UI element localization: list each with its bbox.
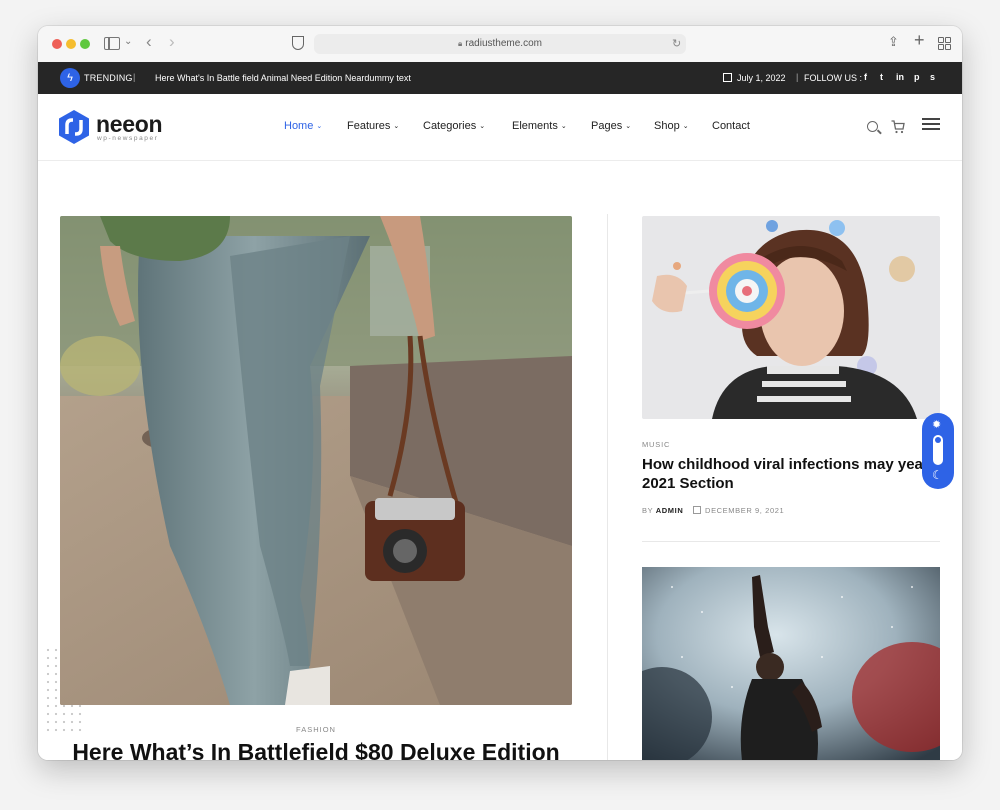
menu-item-contact[interactable]: Contact [712,120,750,132]
divider: | [133,72,136,82]
chevron-down-icon[interactable]: ⌄ [124,36,132,47]
follow-us-label: FOLLOW US : [804,73,863,83]
post-date: DECEMBER 9, 2021 [705,506,785,515]
site-logo-text[interactable]: neeon [96,111,163,138]
chevron-down-icon: ⌄ [479,123,486,130]
close-window-button[interactable] [52,39,62,49]
browser-toolbar: ⌄ ‹ › 🔒︎ radiustheme.com ↻ ⇪ + [38,26,962,63]
menu-label: Categories [423,120,477,132]
menu-label: Features [347,120,391,132]
menu-item-home[interactable]: Home ⌄ [284,120,322,132]
site-tagline: wp-newspaper [97,135,159,142]
trending-label: TRENDING [84,73,133,83]
post-thumbnail[interactable] [642,216,940,419]
current-date: July 1, 2022 [723,73,786,83]
top-bar: ϟ TRENDING | Here What's In Battle field… [38,62,962,94]
search-icon[interactable] [867,121,878,132]
back-arrow-icon[interactable]: ‹ [146,32,152,52]
date-text: July 1, 2022 [737,73,786,83]
column-divider [607,214,608,760]
neeon-logo-icon[interactable] [59,110,89,144]
linkedin-icon[interactable]: in [896,72,904,82]
post-title[interactable]: How childhood viral infections may year … [642,455,947,493]
sidebar-toggle-icon[interactable] [104,37,120,50]
browser-window: ⌄ ‹ › 🔒︎ radiustheme.com ↻ ⇪ + ϟ TRENDING… [38,26,962,760]
cart-icon[interactable] [891,120,905,134]
twitter-icon[interactable]: t [880,72,883,82]
url-text: radiustheme.com [465,38,542,49]
post-divider [642,541,940,542]
chevron-down-icon: ⌄ [316,123,323,130]
calendar-icon [693,506,702,514]
menu-item-features[interactable]: Features ⌄ [347,120,399,132]
post-author-link[interactable]: ADMIN [656,506,684,515]
calendar-icon [723,73,732,82]
moon-icon: ☾ [932,468,943,482]
post-thumbnail[interactable] [642,567,940,760]
chevron-down-icon: ⌄ [625,123,632,130]
address-bar[interactable]: 🔒︎ radiustheme.com [314,34,686,54]
menu-label: Elements [512,120,558,132]
menu-label: Pages [591,120,623,132]
menu-item-elements[interactable]: Elements ⌄ [512,120,567,132]
divider: | [796,72,799,82]
site-header: neeon wp-newspaper Home ⌄ Features ⌄ Categ… [38,94,962,161]
new-tab-icon[interactable]: + [914,30,925,51]
dark-mode-toggle[interactable]: ✹ ☾ [922,413,954,489]
lightning-bolt-icon: ϟ [60,68,80,88]
chevron-down-icon: ⌄ [560,123,567,130]
menu-label: Home [284,120,314,132]
sun-icon: ✹ [932,419,942,431]
reload-icon[interactable]: ↻ [672,34,681,54]
privacy-shield-icon[interactable] [292,36,304,50]
hamburger-menu-icon[interactable] [922,118,940,130]
menu-item-categories[interactable]: Categories ⌄ [423,120,485,132]
lock-icon: 🔒︎ [458,39,463,48]
menu-item-shop[interactable]: Shop ⌄ [654,120,689,132]
by-label: BY [642,506,654,515]
zoom-window-button[interactable] [80,39,90,49]
facebook-icon[interactable]: f [864,72,867,82]
featured-post-title[interactable]: Here What’s In Battlefield $80 Deluxe Ed… [60,739,572,760]
pinterest-icon[interactable]: p [914,72,920,82]
forward-arrow-icon[interactable]: › [169,32,175,52]
post-category[interactable]: MUSIC [642,440,670,449]
share-icon[interactable]: ⇪ [888,34,899,50]
tab-overview-icon[interactable] [938,37,951,50]
chevron-down-icon: ⌄ [682,123,689,130]
trending-headline-link[interactable]: Here What's In Battle field Animal Need … [155,73,411,83]
menu-label: Shop [654,120,680,132]
menu-item-pages[interactable]: Pages ⌄ [591,120,631,132]
post-category[interactable]: FASHION [60,725,572,734]
menu-label: Contact [712,120,750,132]
skype-icon[interactable]: s [930,72,935,82]
post-meta: BY ADMIN DECEMBER 9, 2021 [642,506,784,515]
featured-post-image[interactable] [60,216,572,705]
main-content: FASHION Here What’s In Battlefield $80 D… [38,161,962,760]
toggle-knob [935,437,941,443]
chevron-down-icon: ⌄ [393,123,400,130]
minimize-window-button[interactable] [66,39,76,49]
